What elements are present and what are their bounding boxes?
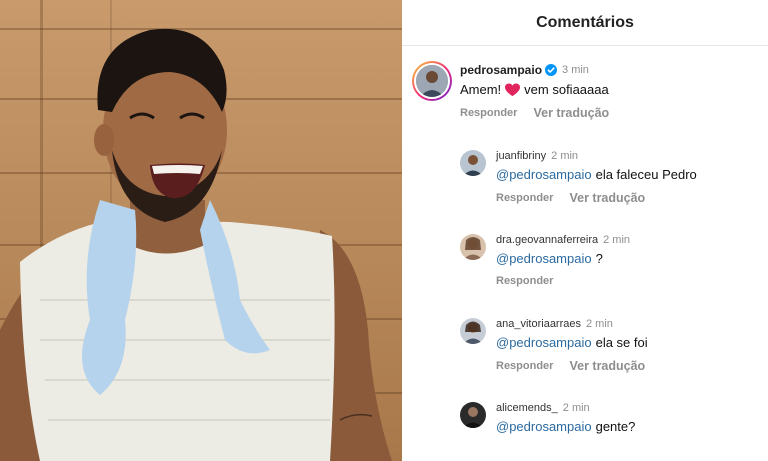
- profile-photo-icon: [460, 234, 486, 260]
- comment-text-start: Amem!: [460, 82, 502, 97]
- comment-username[interactable]: ana_vitoriaarraes: [496, 318, 581, 330]
- comment-time: 2 min: [586, 318, 613, 330]
- see-translation-button[interactable]: Ver tradução: [569, 191, 645, 205]
- reply-button[interactable]: Responder: [496, 192, 553, 204]
- comment-username[interactable]: pedrosampaio: [460, 63, 542, 77]
- see-translation-button[interactable]: Ver tradução: [533, 106, 609, 120]
- comment-username[interactable]: dra.geovannaferreira: [496, 234, 598, 246]
- avatar[interactable]: [460, 150, 486, 176]
- comment-time: 2 min: [551, 150, 579, 162]
- mention-link[interactable]: @pedrosampaio: [496, 335, 592, 350]
- mention-link[interactable]: @pedrosampaio: [496, 251, 592, 266]
- profile-photo-icon: [460, 402, 486, 428]
- comment-time: 2 min: [562, 402, 590, 414]
- profile-photo-icon: [416, 65, 448, 97]
- see-translation-button[interactable]: Ver tradução: [569, 359, 645, 373]
- comment-body: ?: [595, 251, 603, 266]
- avatar[interactable]: [460, 234, 486, 260]
- profile-photo-icon: [460, 150, 486, 176]
- red-heart-emoji-icon: [505, 82, 521, 96]
- comment-time: 2 min: [603, 234, 631, 246]
- comment-time: 3 min: [562, 64, 589, 76]
- comment-text-end: vem sofiaaaaa: [524, 82, 609, 97]
- comments-header: Comentários: [402, 0, 768, 46]
- comment-username[interactable]: juanfibriny: [496, 150, 546, 162]
- reply-button[interactable]: Responder: [496, 275, 553, 287]
- comment-body: gente?: [595, 419, 636, 434]
- comment-text: Amem! vem sofiaaaaa: [460, 82, 609, 97]
- reply-button[interactable]: Responder: [496, 360, 553, 372]
- comment-text: @pedrosampaio ela faleceu Pedro: [496, 167, 697, 182]
- comment-text: @pedrosampaio gente?: [496, 419, 635, 434]
- mention-link[interactable]: @pedrosampaio: [496, 167, 592, 182]
- reply-button[interactable]: Responder: [460, 107, 517, 119]
- mention-link[interactable]: @pedrosampaio: [496, 419, 592, 434]
- panel-title: Comentários: [536, 13, 634, 31]
- smiling-man-photo: [0, 28, 392, 461]
- comment-username[interactable]: alicemends_: [496, 402, 558, 414]
- profile-photo-icon: [460, 318, 486, 344]
- comments-panel: Comentários pedrosampaio 3 min Amem! vem…: [402, 0, 768, 461]
- comment-body: ela se foi: [595, 335, 648, 350]
- verified-badge-icon: [545, 64, 558, 76]
- comment-text: @pedrosampaio ela se foi: [496, 335, 648, 350]
- photo-panel: [0, 0, 402, 461]
- comment-text: @pedrosampaio ?: [496, 251, 630, 266]
- avatar[interactable]: [412, 61, 452, 101]
- comment-body: ela faleceu Pedro: [595, 167, 697, 182]
- avatar[interactable]: [460, 402, 486, 428]
- avatar[interactable]: [460, 318, 486, 344]
